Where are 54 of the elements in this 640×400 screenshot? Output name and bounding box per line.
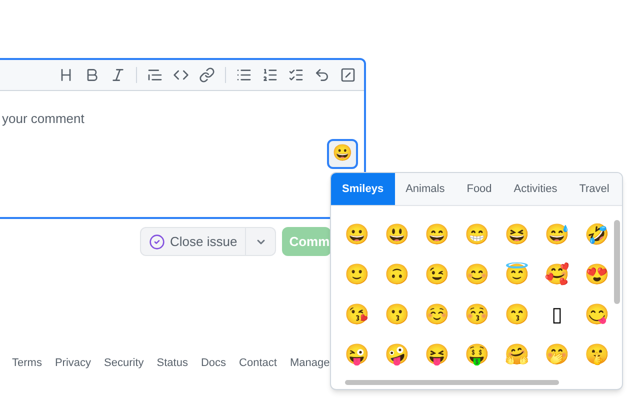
emoji[interactable]: 😉 <box>423 260 451 290</box>
footer-link[interactable]: Security <box>104 355 144 372</box>
emoji[interactable]: 😅 <box>543 220 571 250</box>
category-tab[interactable]: Smileys <box>331 173 395 205</box>
emoji[interactable]: 😁 <box>463 220 491 250</box>
emoji[interactable]: 😄 <box>423 220 451 250</box>
emoji[interactable]: 🥰 <box>543 260 571 290</box>
task-list-icon[interactable] <box>288 67 304 83</box>
emoji[interactable]: ☺ <box>423 300 451 330</box>
bullet-list-icon[interactable] <box>236 67 252 83</box>
emoji[interactable]: 🤑 <box>463 340 491 370</box>
vertical-scrollbar[interactable] <box>614 220 620 304</box>
emoji[interactable]: 🤪 <box>383 340 411 370</box>
emoji[interactable]: 😍 <box>583 260 611 290</box>
emoji[interactable]: 😚 <box>463 300 491 330</box>
emoji[interactable]: 😘 <box>343 300 371 330</box>
comment-field[interactable]: your comment <box>0 91 328 217</box>
emoji[interactable]: 🤭 <box>543 340 571 370</box>
comment-button[interactable]: Comm <box>282 227 331 256</box>
category-tab[interactable]: Activities <box>502 173 568 205</box>
close-issue-button[interactable]: Close issue <box>140 227 246 256</box>
emoji[interactable]: 😃 <box>383 220 411 250</box>
emoji[interactable]: 🤣 <box>583 220 611 250</box>
emoji[interactable]: 😜 <box>343 340 371 370</box>
footer-link[interactable]: Manage <box>290 355 330 372</box>
footer-link[interactable]: Contact <box>239 355 277 372</box>
emoji[interactable]: 😝 <box>423 340 451 370</box>
emoji[interactable]: 😋 <box>583 300 611 330</box>
emoji[interactable]: 😇 <box>503 260 531 290</box>
emoji[interactable]: 😙 <box>503 300 531 330</box>
emoji[interactable]: 😗 <box>383 300 411 330</box>
emoji[interactable]: ▯ <box>543 300 571 330</box>
footer-link[interactable]: Status <box>156 355 188 372</box>
emoji[interactable]: 😀 <box>343 220 371 250</box>
italic-icon[interactable] <box>110 67 126 83</box>
footer-link[interactable]: Privacy <box>54 355 92 372</box>
category-tab[interactable]: Animals <box>394 173 456 205</box>
category-tab[interactable]: Travel <box>568 173 620 205</box>
fullscreen-icon[interactable] <box>340 67 356 83</box>
footer-link[interactable]: Terms <box>12 355 42 372</box>
check-circle-icon <box>149 234 165 250</box>
numbered-list-icon[interactable] <box>262 67 278 83</box>
emoji[interactable]: 😆 <box>503 220 531 250</box>
undo-icon[interactable] <box>314 67 330 83</box>
emoji[interactable]: 🤗 <box>503 340 531 370</box>
emoji-button[interactable]: 😀 <box>327 139 358 169</box>
emoji[interactable]: 🙂 <box>343 260 371 290</box>
emoji[interactable]: 🤫 <box>583 340 611 370</box>
emoji[interactable]: 😊 <box>463 260 491 290</box>
horizontal-scrollbar[interactable] <box>345 380 559 385</box>
emoji[interactable]: 🙃 <box>383 260 411 290</box>
footer-link[interactable]: Docs <box>200 355 226 372</box>
link-icon[interactable] <box>199 67 215 83</box>
category-tab[interactable]: Food <box>456 173 503 205</box>
